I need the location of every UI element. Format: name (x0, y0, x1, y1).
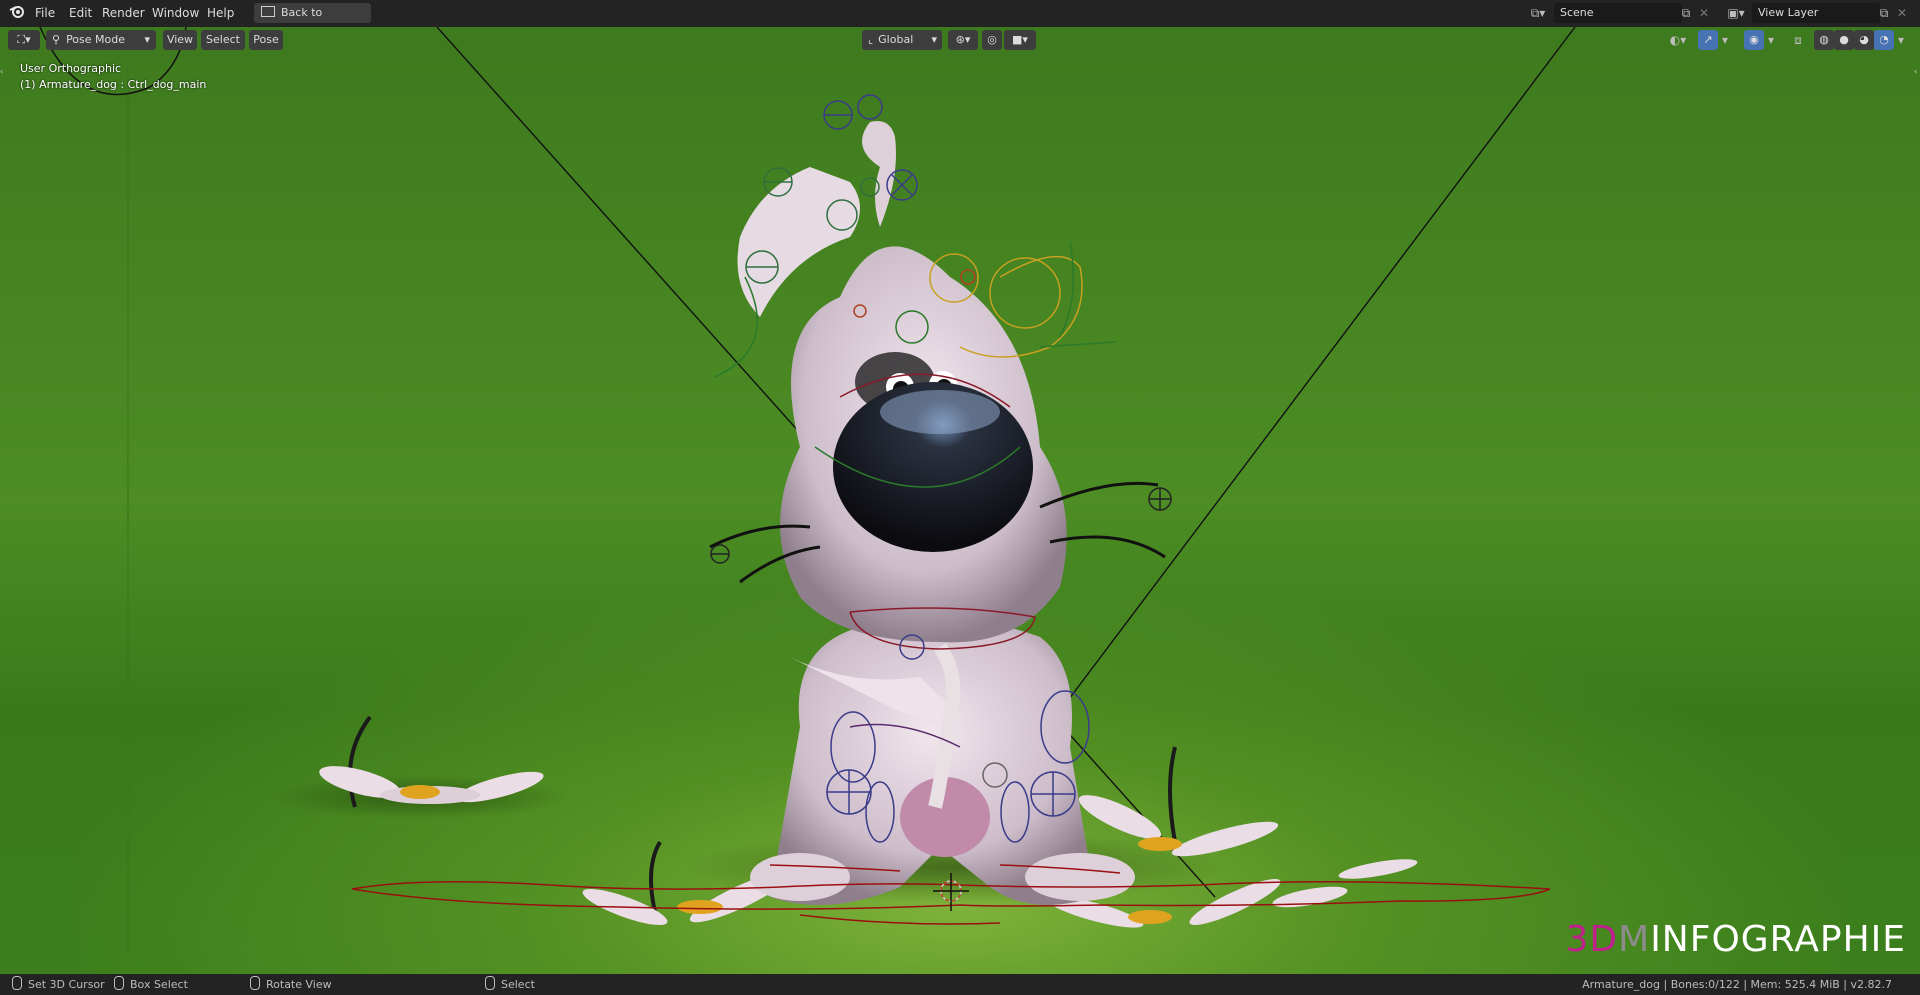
camera-line-right (1062, 27, 1576, 708)
visibility-dropdown[interactable]: ◐▾ (1662, 30, 1694, 50)
menu-window[interactable]: Window (152, 0, 199, 27)
status-stats: Armature_dog | Bones:0/122 | Mem: 525.4 … (1582, 978, 1892, 991)
mouse-right-icon (485, 976, 495, 990)
snap-icon: ◎ (987, 33, 997, 46)
menu-pose[interactable]: Pose (249, 30, 283, 50)
back-icon (261, 6, 275, 17)
watermark-3d: 3D (1565, 919, 1619, 960)
menu-file[interactable]: File (35, 0, 55, 27)
sidebar-toggle-icon[interactable]: ‹ (1914, 67, 1920, 79)
scene-field[interactable]: Scene (1554, 3, 1682, 23)
editor-type-icon: ⛶▾ (17, 33, 31, 46)
watermark-infographie: INFOGRAPHIE (1650, 919, 1906, 960)
shading-dropdown[interactable]: ▾ (1894, 30, 1908, 50)
3d-viewport[interactable]: User Orthographic (1) Armature_dog : Ctr… (0, 27, 1920, 974)
snap-target-icon: ■▾ (1012, 33, 1028, 46)
back-to-previous-button[interactable]: Back to Previous (254, 3, 371, 39)
new-view-layer-icon[interactable]: ⧉ (1874, 3, 1894, 23)
solid-icon: ● (1839, 33, 1849, 46)
chevron-down-icon: ▾ (144, 33, 150, 46)
overlay-dropdown[interactable]: ▾ (1764, 30, 1778, 50)
watermark-m: M (1618, 919, 1651, 960)
status-box-select: Box Select (114, 974, 188, 995)
chevron-down-icon: ▾ (931, 33, 937, 46)
viewport-scene (39, 27, 1576, 952)
mode-label: Pose Mode (66, 33, 125, 46)
status-select-label: Select (501, 978, 535, 991)
wireframe-icon: ◍ (1819, 33, 1829, 46)
scene-name: Scene (1560, 6, 1594, 19)
overlay-icon: ◉ (1749, 33, 1759, 46)
visibility-icon: ◐▾ (1669, 33, 1687, 47)
top-bar: File Edit Render Window Help Back to Pre… (0, 0, 1920, 39)
pose-mode-icon: ⚲ (52, 33, 61, 46)
editor-type-button[interactable]: ⛶▾ (8, 30, 40, 50)
remove-scene-icon[interactable]: ✕ (1696, 3, 1712, 23)
view-name-label: User Orthographic (20, 62, 122, 75)
menu-render[interactable]: Render (102, 0, 145, 27)
mouse-middle-icon (250, 976, 260, 990)
remove-view-layer-icon[interactable]: ✕ (1894, 3, 1910, 23)
mouse-left-icon (12, 976, 22, 990)
status-set-cursor: Set 3D Cursor (12, 974, 105, 995)
gizmo-icon: ↗ (1703, 33, 1713, 46)
toolbar-toggle-icon[interactable]: ‹ (0, 67, 6, 79)
menu-select[interactable]: Select (201, 30, 245, 50)
mode-dropdown[interactable]: ⚲ Pose Mode ▾ (46, 30, 156, 50)
shading-rendered-button[interactable]: ◔ (1874, 30, 1894, 50)
menu-help[interactable]: Help (207, 0, 234, 27)
orientation-label: Global (878, 33, 914, 46)
mouse-drag-icon (114, 976, 124, 990)
view-layer-name: View Layer (1758, 6, 1819, 19)
blender-logo-icon[interactable] (6, 3, 28, 23)
shading-wireframe-button[interactable]: ◍ (1814, 30, 1834, 50)
shading-material-button[interactable]: ◕ (1854, 30, 1874, 50)
gizmo-dropdown[interactable]: ▾ (1718, 30, 1732, 50)
shading-solid-button[interactable]: ● (1834, 30, 1854, 50)
scene-browse-icon[interactable]: ⧉▾ (1524, 3, 1552, 23)
watermark-logo: 3DMINFOGRAPHIE (1566, 919, 1907, 960)
gizmo-toggle[interactable]: ↗ (1698, 30, 1718, 50)
view-layer-browse-icon[interactable]: ▣▾ (1722, 3, 1750, 23)
status-rotate-view-label: Rotate View (266, 978, 332, 991)
status-box-select-label: Box Select (130, 978, 188, 991)
overlay-toggle[interactable]: ◉ (1744, 30, 1764, 50)
new-scene-icon[interactable]: ⧉ (1676, 3, 1696, 23)
dog-character (709, 121, 1166, 905)
viewport-header: ⛶▾ ⚲ Pose Mode ▾ View Select Pose ⌞ Global ▾… (0, 27, 1920, 53)
snap-toggle[interactable]: ◎ (982, 30, 1002, 50)
status-select: Select (485, 974, 535, 995)
status-set-cursor-label: Set 3D Cursor (28, 978, 105, 991)
pivot-dropdown[interactable]: ⊛▾ (948, 30, 978, 50)
xray-toggle-icon[interactable]: ⧈ (1788, 30, 1808, 50)
orientation-dropdown[interactable]: ⌞ Global ▾ (862, 30, 942, 50)
menu-view[interactable]: View (163, 30, 197, 50)
status-rotate-view: Rotate View (250, 974, 332, 995)
snap-target-dropdown[interactable]: ■▾ (1004, 30, 1036, 50)
pivot-icon: ⊛▾ (955, 33, 971, 46)
view-layer-field[interactable]: View Layer (1752, 3, 1880, 23)
status-bar: Set 3D Cursor Box Select Rotate View Sel… (0, 974, 1920, 995)
orientation-icon: ⌞ (868, 33, 874, 46)
rendered-icon: ◔ (1879, 33, 1889, 46)
menu-edit[interactable]: Edit (69, 0, 92, 27)
active-object-label: (1) Armature_dog : Ctrl_dog_main (20, 78, 207, 91)
material-icon: ◕ (1859, 33, 1869, 46)
